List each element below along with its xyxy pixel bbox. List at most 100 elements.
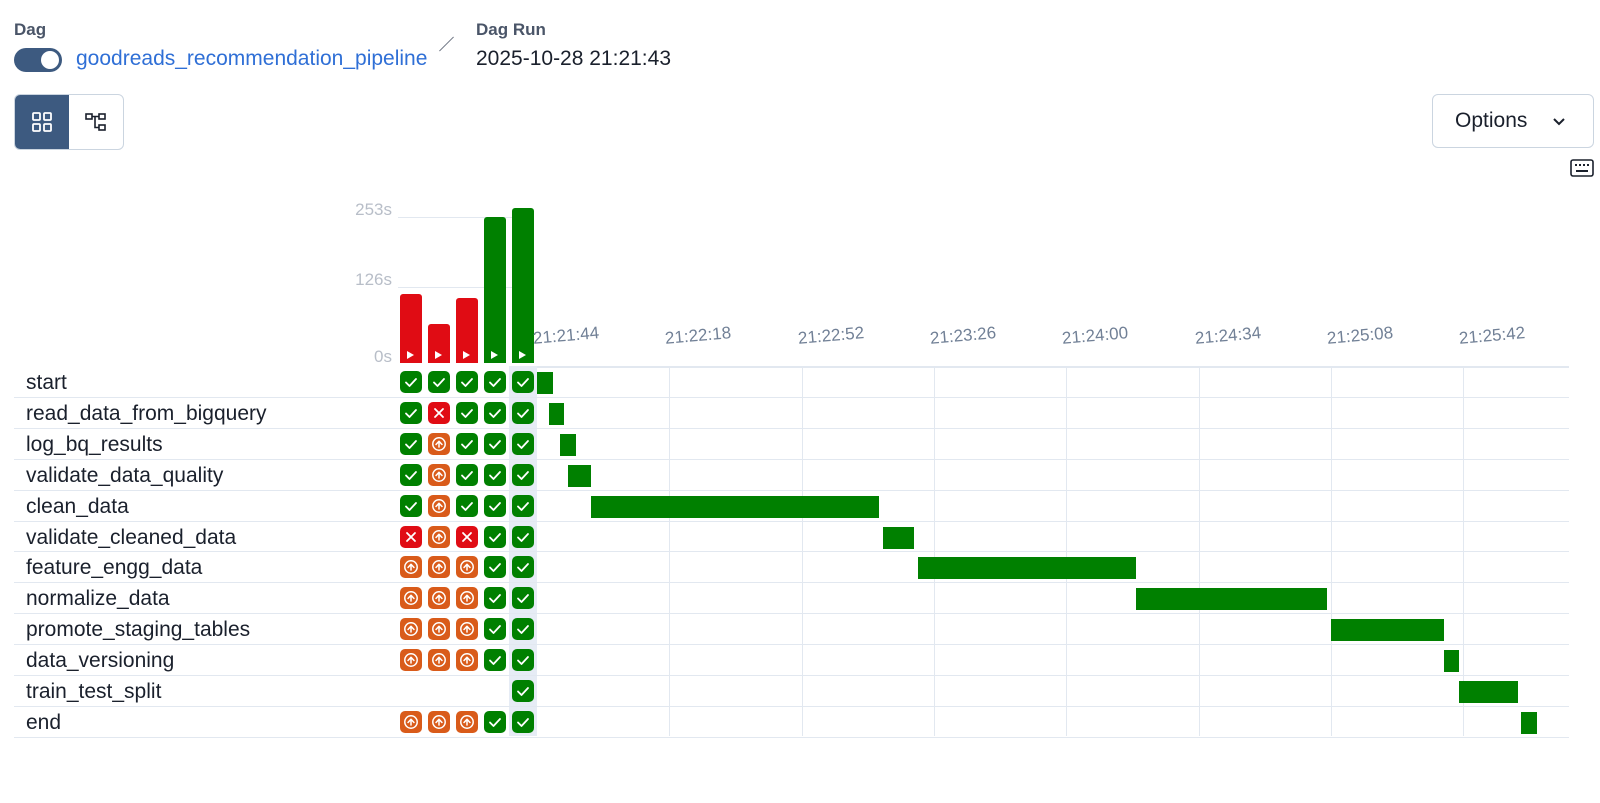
task-instance-success[interactable] [456, 494, 478, 517]
run-duration-bar[interactable] [400, 294, 422, 363]
task-name-read-data-from-bigquery[interactable]: read_data_from_bigquery [26, 399, 267, 429]
options-button[interactable]: Options [1432, 94, 1594, 148]
task-instance-upstream-failed[interactable] [456, 710, 478, 733]
toggle-knob [41, 51, 59, 69]
task-name-validate-cleaned-data[interactable]: validate_cleaned_data [26, 523, 236, 553]
task-instance-upstream-failed[interactable] [400, 587, 422, 610]
task-instance-upstream-failed[interactable] [456, 556, 478, 579]
y-tick-mid: 126s [355, 270, 392, 289]
task-instance-success[interactable] [484, 371, 506, 393]
task-instance-upstream-failed[interactable] [428, 463, 450, 486]
run-duration-bar[interactable] [456, 298, 478, 363]
task-instance-success[interactable] [484, 525, 506, 548]
task-name-log-bq-results[interactable]: log_bq_results [26, 430, 163, 460]
grid-view-button[interactable] [15, 95, 69, 149]
task-instance-upstream-failed[interactable] [428, 525, 450, 548]
task-instance-upstream-failed[interactable] [428, 649, 450, 672]
task-instance-upstream-failed[interactable] [400, 710, 422, 733]
task-instance-success[interactable] [484, 649, 506, 672]
task-name-end[interactable]: end [26, 708, 61, 738]
task-instance-success[interactable] [512, 371, 534, 393]
keyboard-icon[interactable] [1570, 158, 1594, 178]
task-instance-success[interactable] [512, 556, 534, 579]
gantt-bar-read-data-from-bigquery[interactable] [548, 402, 565, 425]
task-instance-success[interactable] [512, 525, 534, 548]
check-icon [517, 594, 529, 604]
task-name-feature-engg-data[interactable]: feature_engg_data [26, 553, 202, 583]
task-name-clean-data[interactable]: clean_data [26, 492, 129, 522]
gantt-bar-normalize-data[interactable] [1136, 588, 1327, 611]
task-instance-success[interactable] [484, 401, 506, 424]
grid-icon [32, 112, 52, 132]
task-instance-success[interactable] [400, 494, 422, 517]
task-instance-success[interactable] [512, 587, 534, 610]
task-instance-success[interactable] [400, 401, 422, 424]
run-duration-bar[interactable] [484, 217, 506, 363]
task-instance-success[interactable] [484, 556, 506, 579]
task-name-normalize-data[interactable]: normalize_data [26, 584, 170, 614]
task-instance-success[interactable] [456, 401, 478, 424]
check-icon [405, 408, 417, 418]
task-instance-success[interactable] [512, 494, 534, 517]
task-instance-success[interactable] [484, 432, 506, 455]
task-instance-upstream-failed[interactable] [400, 618, 422, 641]
task-name-validate-data-quality[interactable]: validate_data_quality [26, 461, 223, 491]
task-instance-success[interactable] [400, 463, 422, 486]
gantt-bar-log-bq-results[interactable] [560, 433, 576, 456]
task-instance-success[interactable] [512, 710, 534, 733]
dag-name-link[interactable]: goodreads_recommendation_pipeline [76, 47, 427, 71]
gantt-bar-validate-cleaned-data[interactable] [883, 526, 915, 549]
graph-icon [85, 113, 106, 131]
task-instance-success[interactable] [428, 371, 450, 393]
task-instance-success[interactable] [512, 463, 534, 486]
task-name-start[interactable]: start [26, 368, 67, 398]
task-instance-success[interactable] [484, 587, 506, 610]
task-instance-success[interactable] [484, 710, 506, 733]
task-instance-upstream-failed[interactable] [400, 649, 422, 672]
task-instance-success[interactable] [512, 432, 534, 455]
task-instance-success[interactable] [456, 371, 478, 393]
gantt-bar-end[interactable] [1521, 711, 1538, 734]
gantt-bar-feature-engg-data[interactable] [918, 557, 1137, 580]
task-instance-failed[interactable] [456, 525, 478, 548]
task-instance-success[interactable] [512, 618, 534, 641]
task-instance-upstream-failed[interactable] [400, 556, 422, 579]
task-row-divider [14, 675, 1569, 676]
task-instance-success[interactable] [484, 463, 506, 486]
task-instance-upstream-failed[interactable] [456, 649, 478, 672]
task-instance-success[interactable] [400, 432, 422, 455]
task-name-promote-staging-tables[interactable]: promote_staging_tables [26, 615, 250, 645]
task-instance-success[interactable] [512, 401, 534, 424]
task-instance-upstream-failed[interactable] [428, 587, 450, 610]
task-instance-failed[interactable] [400, 525, 422, 548]
task-instance-success[interactable] [512, 680, 534, 702]
gantt-bar-data-versioning[interactable] [1443, 650, 1460, 673]
gantt-bar-promote-staging-tables[interactable] [1330, 619, 1444, 642]
gantt-bar-train-test-split[interactable] [1459, 681, 1518, 703]
task-instance-upstream-failed[interactable] [428, 556, 450, 579]
task-instance-upstream-failed[interactable] [428, 710, 450, 733]
run-duration-bar[interactable] [512, 208, 534, 363]
graph-view-button[interactable] [69, 95, 123, 149]
task-instance-success[interactable] [512, 649, 534, 672]
task-instance-upstream-failed[interactable] [428, 494, 450, 517]
task-name-data-versioning[interactable]: data_versioning [26, 646, 174, 676]
task-instance-upstream-failed[interactable] [428, 618, 450, 641]
task-instance-success[interactable] [400, 371, 422, 393]
options-label: Options [1455, 109, 1528, 132]
task-instance-upstream-failed[interactable] [456, 587, 478, 610]
task-instance-success[interactable] [456, 432, 478, 455]
gantt-bar-clean-data[interactable] [591, 495, 880, 518]
task-instance-success[interactable] [484, 494, 506, 517]
y-gridline-max [398, 217, 530, 218]
task-instance-upstream-failed[interactable] [456, 618, 478, 641]
task-instance-failed[interactable] [428, 401, 450, 424]
task-name-train-test-split[interactable]: train_test_split [26, 677, 161, 707]
task-instance-success[interactable] [456, 463, 478, 486]
dag-pause-toggle[interactable] [14, 48, 62, 72]
gantt-bar-start[interactable] [537, 372, 553, 394]
gantt-bar-validate-data-quality[interactable] [568, 464, 592, 487]
task-instance-success[interactable] [484, 618, 506, 641]
run-duration-bar[interactable] [428, 323, 450, 363]
task-instance-upstream-failed[interactable] [428, 432, 450, 455]
